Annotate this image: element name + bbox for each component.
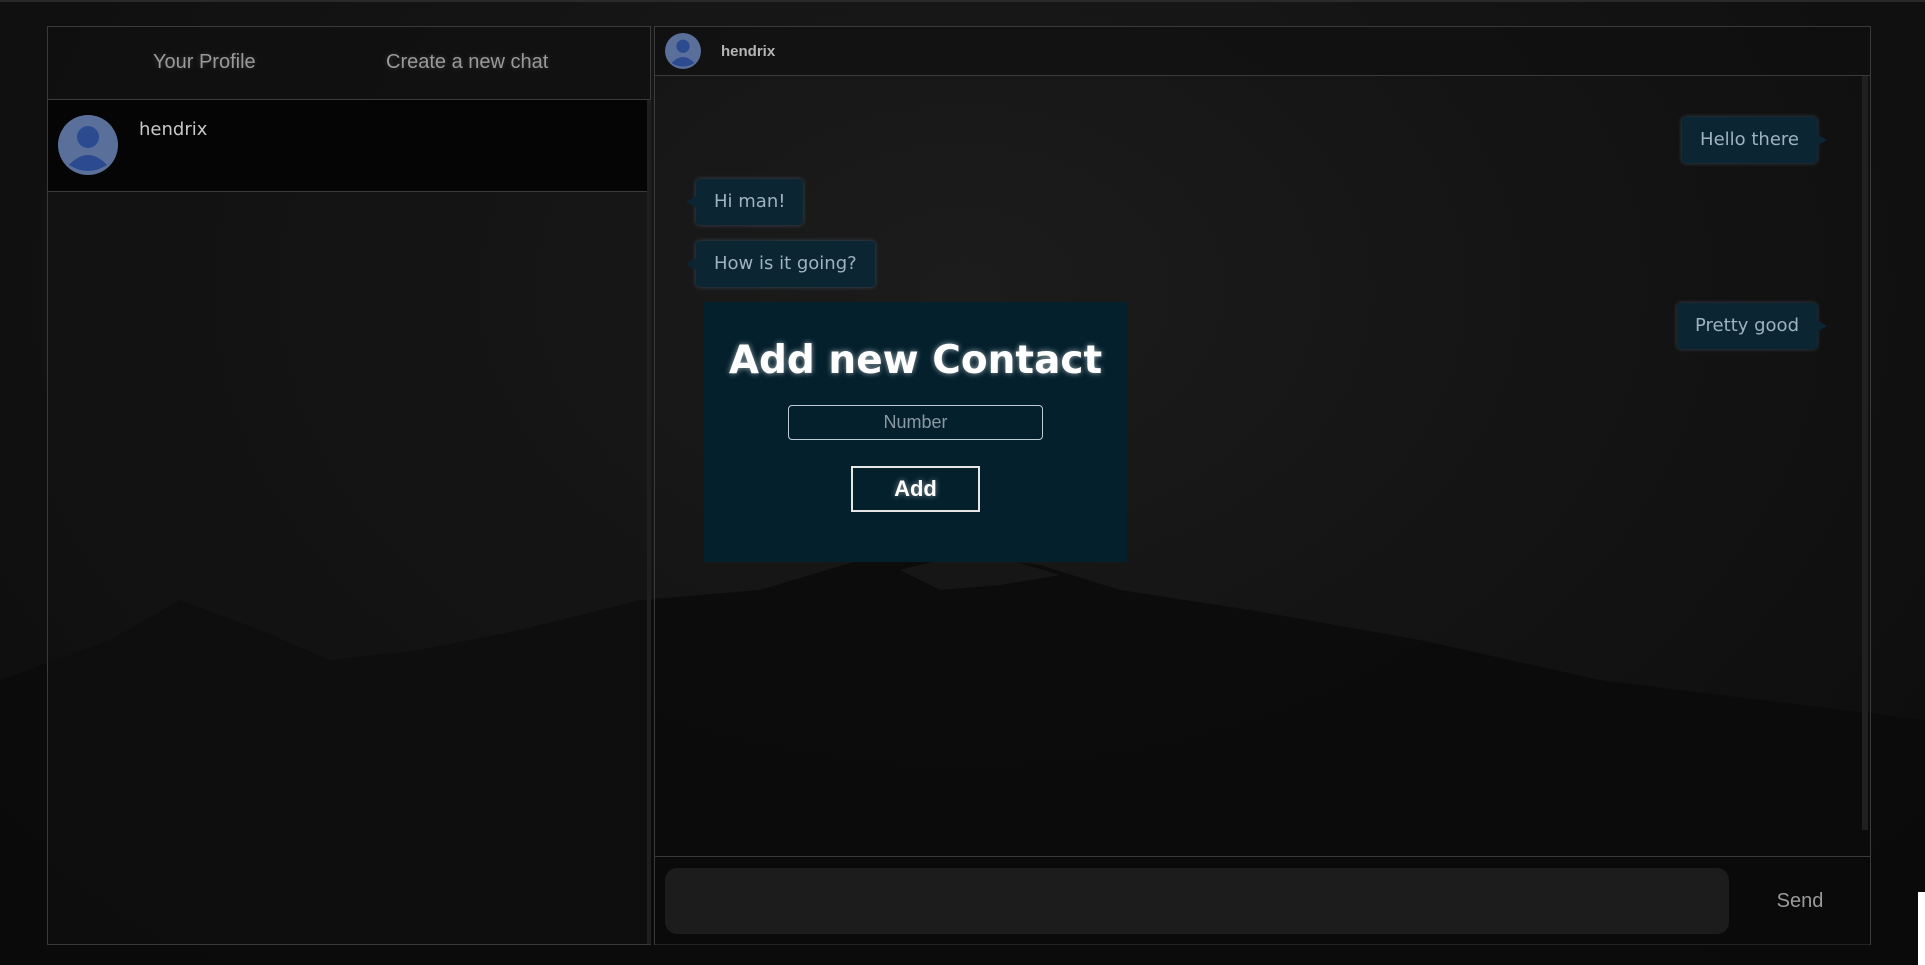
add-contact-button[interactable]: Add	[851, 466, 980, 512]
send-button[interactable]: Send	[1750, 879, 1850, 923]
contacts-scrollbar[interactable]	[647, 100, 651, 944]
message-bubble-outgoing: Hello there	[1682, 117, 1827, 163]
page-corner	[1918, 892, 1925, 965]
message-input[interactable]	[665, 868, 1729, 934]
number-input[interactable]	[788, 405, 1043, 440]
chat-header: hendrix	[655, 27, 1870, 76]
message-composer: Send	[655, 856, 1870, 945]
messages-scrollbar[interactable]	[1862, 76, 1868, 830]
message-bubble-incoming: Hi man!	[685, 179, 804, 225]
avatar-icon	[58, 115, 118, 175]
add-contact-modal: Add new Contact Add	[704, 302, 1127, 562]
contacts-panel: Your Profile Create a new chat hendrix	[47, 26, 651, 945]
contact-item[interactable]: hendrix	[48, 100, 647, 192]
contact-name: hendrix	[139, 119, 208, 140]
your-profile-link[interactable]: Your Profile	[153, 51, 256, 74]
chat-contact-name: hendrix	[721, 43, 776, 60]
top-border	[0, 0, 1925, 2]
modal-title: Add new Contact	[728, 338, 1103, 383]
contacts-header: Your Profile Create a new chat	[48, 27, 650, 100]
message-bubble-outgoing: Pretty good	[1677, 303, 1827, 349]
create-new-chat-link[interactable]: Create a new chat	[386, 51, 548, 74]
avatar-icon	[665, 33, 701, 69]
message-bubble-incoming: How is it going?	[686, 241, 875, 287]
